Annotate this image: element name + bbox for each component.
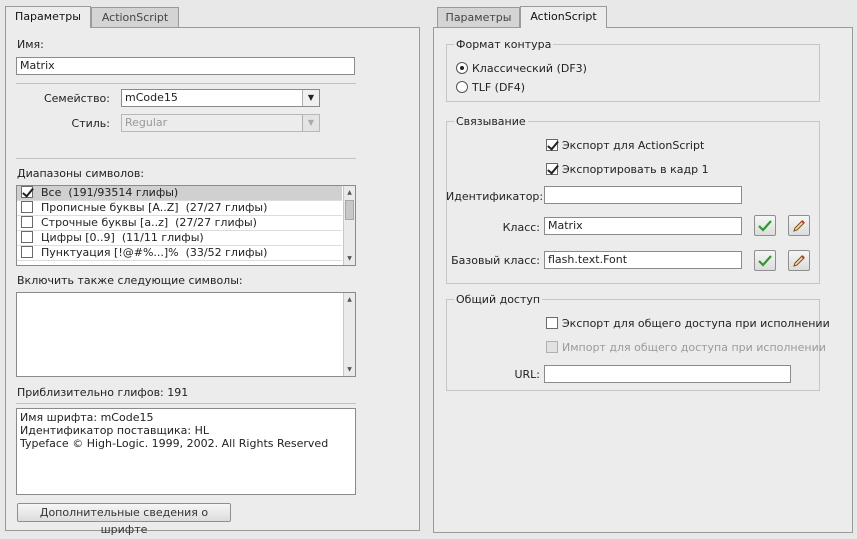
family-label: Семейство: bbox=[43, 92, 110, 105]
list-item[interactable]: Прописные буквы [A..Z] (27/27 глифы) bbox=[17, 201, 342, 216]
export-runtime-label: Экспорт для общего доступа при исполнени… bbox=[562, 317, 830, 330]
list-item[interactable]: Цифры [0..9] (11/11 глифы) bbox=[17, 231, 342, 246]
font-info-box: Имя шрифта: mCode15 Идентификатор постав… bbox=[16, 408, 356, 495]
font-name-line: Имя шрифта: mCode15 bbox=[20, 411, 154, 424]
sharing-title: Общий доступ bbox=[454, 293, 543, 306]
checkbox[interactable] bbox=[21, 186, 33, 198]
range-label: Пунктуация [!@#%...]% bbox=[41, 246, 179, 259]
radio-button[interactable] bbox=[456, 62, 468, 74]
scroll-thumb[interactable] bbox=[345, 200, 354, 220]
checkbox[interactable] bbox=[546, 341, 558, 353]
range-count: (27/27 глифы) bbox=[175, 216, 257, 229]
scroll-up-icon[interactable]: ▲ bbox=[344, 187, 355, 198]
list-item[interactable]: Все (191/93514 глифы) bbox=[17, 186, 342, 201]
include-textarea[interactable]: ▲ ▼ bbox=[16, 292, 356, 377]
copyright-line: Typeface © High-Logic. 1999, 2002. All R… bbox=[20, 437, 329, 450]
radio-classic-label: Классический (DF3) bbox=[472, 62, 587, 75]
family-select[interactable]: mCode15 ▼ bbox=[121, 89, 320, 107]
list-item[interactable]: Строчные буквы [a..z] (27/27 глифы) bbox=[17, 216, 342, 231]
identifier-label: Идентификатор: bbox=[446, 190, 544, 203]
divider bbox=[16, 158, 356, 159]
range-count: (33/52 глифы) bbox=[185, 246, 268, 259]
range-label: Все bbox=[41, 186, 62, 199]
export-frame1-checkbox[interactable]: Экспортировать в кадр 1 bbox=[546, 163, 709, 176]
checkbox[interactable] bbox=[21, 231, 33, 243]
checkbox[interactable] bbox=[21, 201, 33, 213]
ranges-list[interactable]: Все (191/93514 глифы) Прописные буквы [A… bbox=[16, 185, 356, 266]
scroll-down-icon[interactable]: ▼ bbox=[344, 364, 355, 375]
export-runtime-checkbox[interactable]: Экспорт для общего доступа при исполнени… bbox=[546, 317, 830, 330]
divider bbox=[16, 83, 356, 84]
identifier-input[interactable] bbox=[544, 186, 742, 204]
radio-classic[interactable]: Классический (DF3) bbox=[456, 62, 587, 75]
edit-class-button[interactable] bbox=[788, 215, 810, 236]
checkbox[interactable] bbox=[21, 246, 33, 258]
checkbox[interactable] bbox=[546, 163, 558, 175]
check-icon bbox=[758, 219, 772, 232]
scrollbar[interactable]: ▲ ▼ bbox=[343, 186, 355, 265]
pencil-icon bbox=[793, 254, 805, 267]
base-class-label: Базовый класс: bbox=[451, 254, 540, 267]
more-font-info-button[interactable]: Дополнительные сведения о шрифте bbox=[17, 503, 231, 536]
tab-actionscript-right[interactable]: ActionScript bbox=[520, 6, 607, 28]
list-item[interactable]: Пунктуация [!@#%...]% (33/52 глифы) bbox=[17, 246, 342, 261]
range-count: (11/11 глифы) bbox=[121, 231, 204, 244]
include-label: Включить также следующие символы: bbox=[17, 274, 243, 287]
pencil-icon bbox=[793, 219, 805, 232]
radio-tlf[interactable]: TLF (DF4) bbox=[456, 81, 525, 94]
scroll-down-icon[interactable]: ▼ bbox=[344, 253, 355, 264]
scroll-up-icon[interactable]: ▲ bbox=[344, 294, 355, 305]
import-runtime-checkbox[interactable]: Импорт для общего доступа при исполнении bbox=[546, 341, 826, 354]
edit-base-class-button[interactable] bbox=[788, 250, 810, 271]
range-label: Прописные буквы [A..Z] bbox=[41, 201, 179, 214]
url-label: URL: bbox=[514, 368, 540, 381]
export-frame1-label: Экспортировать в кадр 1 bbox=[562, 163, 709, 176]
validate-base-class-button[interactable] bbox=[754, 250, 776, 271]
checkbox[interactable] bbox=[546, 139, 558, 151]
divider bbox=[16, 403, 356, 404]
approx-glyphs: Приблизительно глифов: 191 bbox=[17, 386, 189, 399]
style-select[interactable]: Regular ▼ bbox=[121, 114, 320, 132]
range-count: (27/27 глифы) bbox=[185, 201, 268, 214]
name-input[interactable]: Matrix bbox=[16, 57, 355, 75]
chevron-down-icon: ▼ bbox=[302, 90, 319, 106]
scrollbar[interactable]: ▲ ▼ bbox=[343, 293, 355, 376]
check-icon bbox=[758, 254, 772, 267]
url-input[interactable] bbox=[544, 365, 791, 383]
radio-button[interactable] bbox=[456, 81, 468, 93]
name-label: Имя: bbox=[17, 38, 44, 51]
range-count: (191/93514 глифы) bbox=[68, 186, 179, 199]
tab-parameters-right[interactable]: Параметры bbox=[437, 7, 520, 27]
checkbox[interactable] bbox=[21, 216, 33, 228]
tab-actionscript-left[interactable]: ActionScript bbox=[91, 7, 179, 27]
style-label: Стиль: bbox=[71, 117, 110, 130]
checkbox[interactable] bbox=[546, 317, 558, 329]
outline-format-title: Формат контура bbox=[454, 38, 554, 51]
import-runtime-label: Импорт для общего доступа при исполнении bbox=[562, 341, 826, 354]
linkage-title: Связывание bbox=[454, 115, 528, 128]
radio-tlf-label: TLF (DF4) bbox=[472, 81, 526, 94]
style-value: Regular bbox=[125, 116, 168, 129]
export-as-checkbox[interactable]: Экспорт для ActionScript bbox=[546, 139, 704, 152]
class-input[interactable]: Matrix bbox=[544, 217, 742, 235]
tab-parameters-left[interactable]: Параметры bbox=[5, 6, 91, 28]
base-class-input[interactable]: flash.text.Font bbox=[544, 251, 742, 269]
range-label: Цифры [0..9] bbox=[41, 231, 115, 244]
vendor-line: Идентификатор поставщика: HL bbox=[20, 424, 210, 437]
ranges-label: Диапазоны символов: bbox=[17, 167, 145, 180]
chevron-down-icon: ▼ bbox=[302, 115, 319, 131]
range-label: Строчные буквы [a..z] bbox=[41, 216, 169, 229]
class-label: Класс: bbox=[502, 221, 540, 234]
family-value: mCode15 bbox=[125, 91, 178, 104]
validate-class-button[interactable] bbox=[754, 215, 776, 236]
export-as-label: Экспорт для ActionScript bbox=[562, 139, 705, 152]
